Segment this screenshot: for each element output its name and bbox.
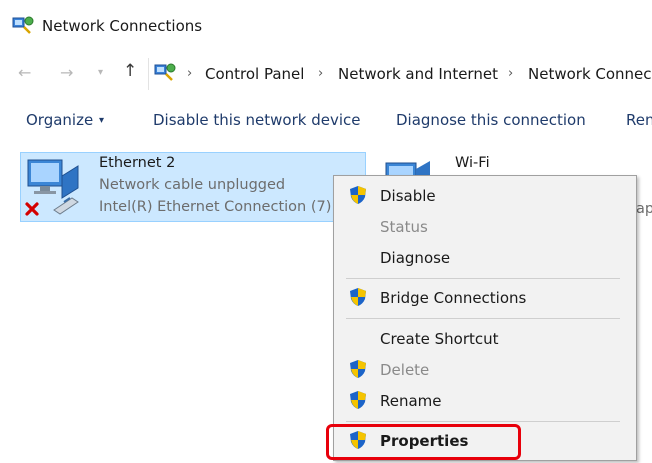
disconnected-x-icon xyxy=(25,202,39,216)
rename-connection-button[interactable]: Ren xyxy=(626,111,652,129)
control-panel-icon xyxy=(154,63,176,81)
properties-highlight-box xyxy=(326,424,521,460)
uac-shield-icon xyxy=(350,360,366,378)
menu-item-delete: Delete xyxy=(380,361,430,379)
breadcrumb-control-panel[interactable]: Control Panel xyxy=(205,65,304,83)
up-arrow-icon[interactable]: ↑ xyxy=(123,61,137,81)
ethernet-name: Ethernet 2 xyxy=(99,155,176,171)
menu-separator xyxy=(346,278,620,279)
disable-device-button[interactable]: Disable this network device xyxy=(153,111,361,129)
menu-item-disable[interactable]: Disable xyxy=(380,187,436,205)
diagnose-connection-button[interactable]: Diagnose this connection xyxy=(396,111,586,129)
organize-dropdown-icon[interactable]: ▾ xyxy=(99,115,104,126)
menu-item-create-shortcut[interactable]: Create Shortcut xyxy=(380,330,499,348)
ethernet-status: Network cable unplugged xyxy=(99,177,286,193)
wifi-device-name-partial: ap xyxy=(636,201,652,217)
uac-shield-icon xyxy=(350,288,366,306)
menu-item-rename[interactable]: Rename xyxy=(380,392,442,410)
forward-arrow-icon[interactable]: → xyxy=(60,63,73,82)
ethernet-adapter-icon xyxy=(25,159,79,216)
breadcrumb-separator-icon[interactable]: › xyxy=(318,66,323,81)
breadcrumb-network-and-internet[interactable]: Network and Internet xyxy=(338,65,498,83)
window-title: Network Connections xyxy=(42,17,203,35)
menu-separator xyxy=(346,318,620,319)
back-arrow-icon[interactable]: ← xyxy=(18,63,31,82)
breadcrumb-separator-icon[interactable]: › xyxy=(508,66,513,81)
menu-item-diagnose[interactable]: Diagnose xyxy=(380,249,450,267)
ethernet-device-name: Intel(R) Ethernet Connection (7) xyxy=(99,199,331,215)
wifi-name[interactable]: Wi-Fi xyxy=(455,155,490,171)
menu-item-status: Status xyxy=(380,218,428,236)
uac-shield-icon xyxy=(350,186,366,204)
network-connections-icon xyxy=(12,16,34,34)
uac-shield-icon xyxy=(350,391,366,409)
menu-item-bridge-connections[interactable]: Bridge Connections xyxy=(380,289,526,307)
breadcrumb-network-connections[interactable]: Network Connec xyxy=(528,65,652,83)
menu-separator xyxy=(346,421,620,422)
organize-button[interactable]: Organize xyxy=(26,111,93,129)
breadcrumb-separator-icon[interactable]: › xyxy=(187,66,192,81)
recent-locations-chevron-icon[interactable]: ▾ xyxy=(98,67,103,78)
